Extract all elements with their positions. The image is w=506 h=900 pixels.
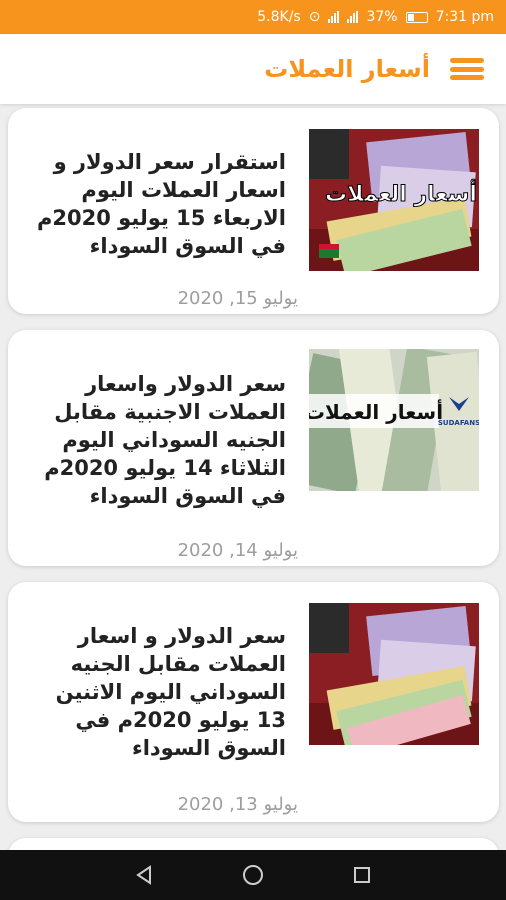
hotspot-icon: ⊙ xyxy=(308,9,321,25)
clock: 7:31 pm xyxy=(435,9,494,25)
recents-button[interactable] xyxy=(347,860,377,890)
article-title[interactable]: استقرار سعر الدولار و اسعار العملات اليو… xyxy=(31,148,286,260)
article-card[interactable]: أسعار العملات SUDAFANS سعر الدولار واسعا… xyxy=(8,330,499,566)
article-date: يوليو 13, 2020 xyxy=(177,794,298,815)
status-bar: 5.8K/s ⊙ 37% 7:31 pm xyxy=(0,0,506,34)
battery-percent: 37% xyxy=(366,9,398,25)
thumbnail-brand: SUDAFANS xyxy=(438,419,479,427)
back-button[interactable] xyxy=(129,860,159,890)
thumbnail-caption: أسعار العملات xyxy=(309,398,443,424)
article-card[interactable]: أسعار العملات استقرار سعر الدولار و اسعا… xyxy=(8,108,499,314)
system-nav-bar xyxy=(0,850,506,900)
thumbnail-image: أسعار العملات xyxy=(309,129,479,271)
article-date: يوليو 15, 2020 xyxy=(177,288,298,309)
home-button[interactable] xyxy=(238,860,268,890)
article-card[interactable]: سعر الدولار و اسعار العملات مقابل الجنيه… xyxy=(8,582,499,822)
recents-icon xyxy=(353,867,370,883)
signal-icon xyxy=(328,11,340,23)
thumbnail-caption: أسعار العملات xyxy=(325,178,477,207)
signal-icon-2 xyxy=(347,11,359,23)
article-card[interactable] xyxy=(8,838,499,850)
article-feed[interactable]: أسعار العملات استقرار سعر الدولار و اسعا… xyxy=(0,104,506,850)
thumbnail-image: أسعار العملات SUDAFANS xyxy=(309,349,479,491)
network-speed: 5.8K/s xyxy=(257,9,301,25)
article-thumbnail[interactable] xyxy=(309,603,479,745)
app-bar: أسعار العملات xyxy=(0,34,506,104)
article-thumbnail[interactable]: أسعار العملات xyxy=(309,129,479,271)
article-date: يوليو 14, 2020 xyxy=(177,540,298,561)
article-title[interactable]: سعر الدولار واسعار العملات الاجنبية مقاب… xyxy=(31,370,286,510)
thumbnail-image xyxy=(309,603,479,745)
article-thumbnail[interactable]: أسعار العملات SUDAFANS xyxy=(309,349,479,491)
page-title: أسعار العملات xyxy=(264,55,430,83)
back-icon xyxy=(136,865,152,885)
article-title[interactable]: سعر الدولار و اسعار العملات مقابل الجنيه… xyxy=(31,622,286,762)
menu-icon[interactable] xyxy=(450,55,484,83)
battery-icon xyxy=(405,11,428,23)
home-icon xyxy=(242,865,263,885)
